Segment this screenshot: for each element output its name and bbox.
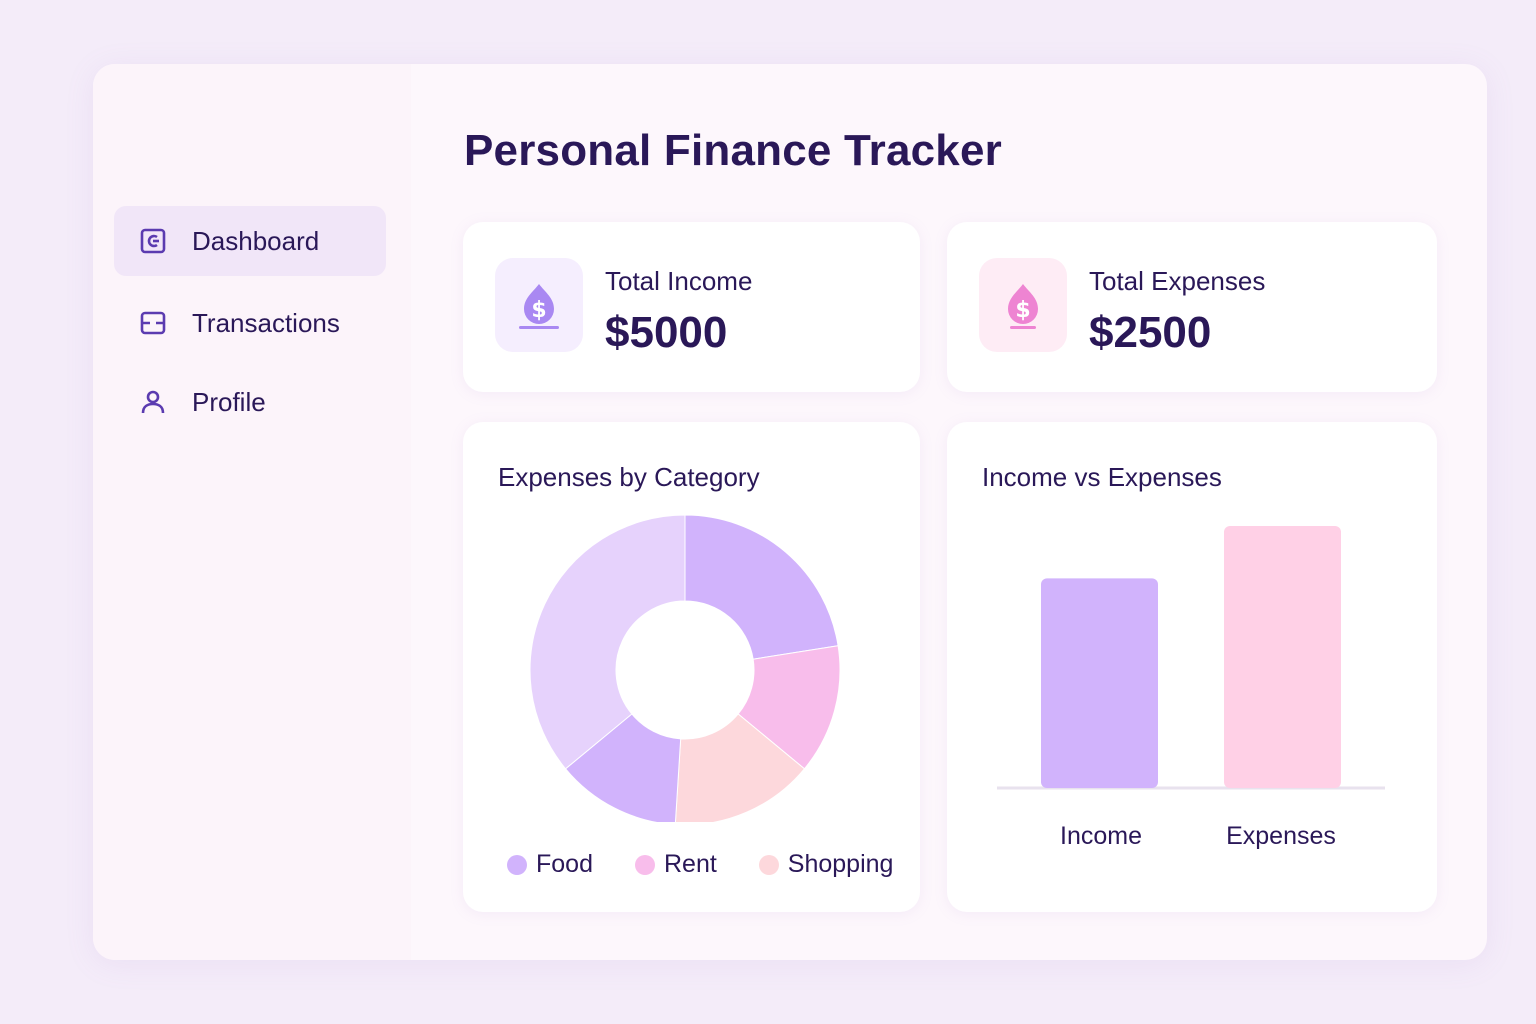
sidebar-item-label: Dashboard [192,225,320,256]
legend-swatch [507,854,527,875]
svg-text:$: $ [531,298,546,323]
legend-label: Shopping [787,850,894,878]
income-vs-expenses-card: Income vs Expenses Income Expenses [947,422,1437,912]
donut-slice-food [684,514,839,660]
expenses-dollar-icon: $ [979,258,1067,352]
transactions-icon [140,310,166,336]
income-card: $ Total Income $5000 [463,222,920,392]
expenses-by-category-card: Expenses by Category Food Rent Shopping [463,422,920,912]
bar-income [1041,578,1158,788]
app-window: Dashboard Transactions Profile Personal … [93,64,1487,960]
donut-slice-segment-4 [529,514,686,770]
svg-text:$: $ [1015,298,1030,323]
legend-swatch [758,854,779,875]
legend-swatch [634,854,655,875]
expenses-label: Total Expenses [1089,266,1266,296]
bar-label-expenses: Expenses [1226,822,1336,850]
income-value: $5000 [605,308,728,357]
bar-label-income: Income [1060,822,1142,850]
dashboard-icon [140,228,166,254]
sidebar-item-label: Profile [192,386,266,417]
income-dollar-icon: $ [495,258,583,352]
sidebar-item-label: Transactions [192,307,340,338]
main-content: Personal Finance Tracker $ Total Income … [411,64,1487,960]
sidebar-item-profile[interactable]: Profile [114,367,386,437]
legend-label: Rent [663,850,717,878]
sidebar-item-transactions[interactable]: Transactions [114,288,386,358]
page-title: Personal Finance Tracker [464,126,1002,175]
sidebar: Dashboard Transactions Profile [93,64,411,960]
income-label: Total Income [605,266,753,296]
legend-label: Food [536,850,593,878]
user-icon [140,389,166,415]
chart-legend: Food Rent Shopping [507,850,893,879]
legend-item-rent: Rent [634,850,717,879]
sidebar-item-dashboard[interactable]: Dashboard [114,206,386,276]
expenses-card: $ Total Expenses $2500 [947,222,1437,392]
bar-chart [997,526,1385,790]
bar-expenses [1224,526,1341,788]
legend-item-shopping: Shopping [758,850,894,879]
legend-item-food: Food [507,850,593,879]
donut-chart [529,514,841,822]
expenses-value: $2500 [1089,308,1212,357]
